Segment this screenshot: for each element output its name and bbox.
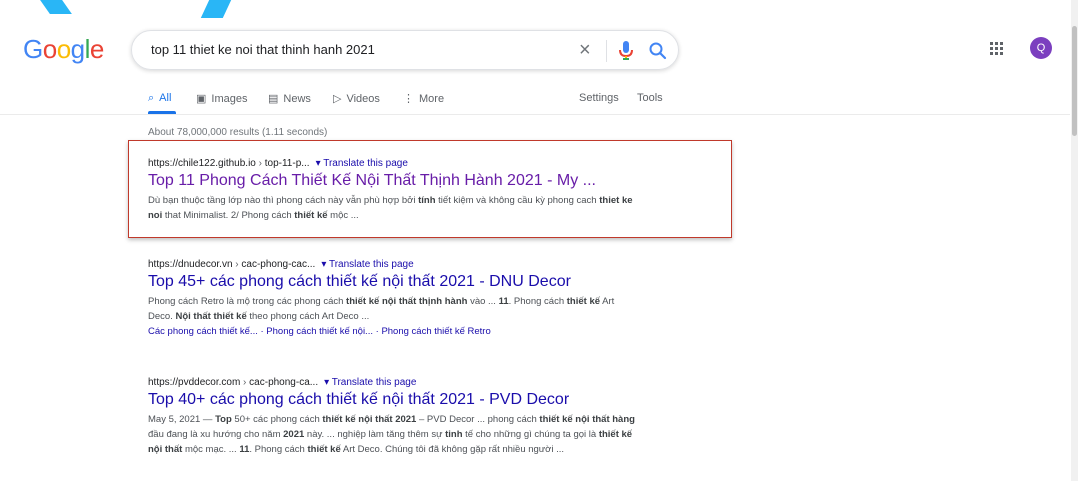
translate-link[interactable]: ▾ Translate this page [321,259,413,270]
result-domain: https://pvddecor.com [148,377,241,388]
video-icon: ▷ [333,93,342,105]
search-result: https://dnudecor.vn › cac-phong-cac... ▾ … [148,259,638,339]
scrollbar-thumb[interactable] [1072,26,1077,136]
translate-link[interactable]: ▾ Translate this page [324,377,416,388]
logo-letter: o [42,34,57,64]
sitelink[interactable]: Các phong cách thiết kế... [148,326,258,337]
translate-link[interactable]: ▾ Translate this page [316,158,408,169]
divider [606,40,607,62]
tab-label: Images [211,93,248,105]
search-icon: ⌕ [148,92,155,104]
apps-grid-icon[interactable] [990,42,1004,56]
logo-letter: o [56,34,71,64]
tab-label: Videos [346,93,380,105]
result-snippet: May 5, 2021 — Top 50+ các phong cách thi… [148,414,635,455]
tab-more[interactable]: ⋮ More [403,92,444,105]
annotation-shape-right [200,0,232,18]
tab-label: All [159,92,172,104]
avatar[interactable]: Q [1030,37,1052,59]
search-result: https://pvddecor.com › cac-phong-ca... ▾ … [148,377,638,457]
news-icon: ▤ [268,93,279,105]
annotation-shape-left [40,0,72,14]
sitelink[interactable]: Phong cách thiết kế Retro [381,326,490,337]
search-box[interactable]: top 11 thiet ke noi that thinh hanh 2021… [131,30,679,70]
result-domain: https://chile122.github.io [148,158,256,169]
scrollbar[interactable] [1071,0,1078,481]
result-url[interactable]: https://dnudecor.vn › cac-phong-cac... ▾ … [148,259,638,270]
result-path: cac-phong-cac... [241,259,316,270]
image-icon: ▣ [196,93,207,105]
logo-letter: g [70,34,85,64]
logo-letter: e [89,34,104,64]
tab-news[interactable]: ▤ News [268,92,311,105]
sitelink[interactable]: Phong cách thiết kế nội... [266,326,373,337]
google-logo[interactable]: Google [23,34,104,65]
tab-images[interactable]: ▣ Images [196,92,247,105]
clear-icon[interactable]: × [579,39,591,61]
result-url[interactable]: https://chile122.github.io › top-11-p...… [148,158,638,169]
result-snippet: Dù bạn thuộc tầng lớp nào thì phong cách… [148,195,633,221]
tab-videos[interactable]: ▷ Videos [333,92,380,105]
tab-label: News [283,93,311,105]
tools-link[interactable]: Tools [637,92,663,104]
result-title[interactable]: Top 45+ các phong cách thiết kế nội thất… [148,273,638,291]
result-url[interactable]: https://pvddecor.com › cac-phong-ca... ▾ … [148,377,638,388]
more-vert-icon: ⋮ [403,93,414,105]
search-icon[interactable] [647,40,669,62]
mic-icon[interactable] [617,40,635,62]
result-snippet: Phong cách Retro là mộ trong các phong c… [148,296,615,322]
result-domain: https://dnudecor.vn [148,259,233,270]
search-input[interactable]: top 11 thiet ke noi that thinh hanh 2021 [151,42,375,57]
tab-all[interactable]: ⌕ All [148,92,171,105]
sitelinks: Các phong cách thiết kế... · Phong cách … [148,326,491,337]
result-path: top-11-p... [264,158,310,169]
result-title[interactable]: Top 11 Phong Cách Thiết Kế Nội Thất Thịn… [148,172,638,190]
tab-label: More [419,93,445,105]
divider [0,114,1070,115]
search-result: https://chile122.github.io › top-11-p...… [148,158,638,223]
result-title[interactable]: Top 40+ các phong cách thiết kế nội thất… [148,391,638,409]
logo-letter: G [23,34,43,64]
settings-link[interactable]: Settings [579,92,619,104]
result-path: cac-phong-ca... [249,377,319,388]
result-stats: About 78,000,000 results (1.11 seconds) [148,127,328,138]
